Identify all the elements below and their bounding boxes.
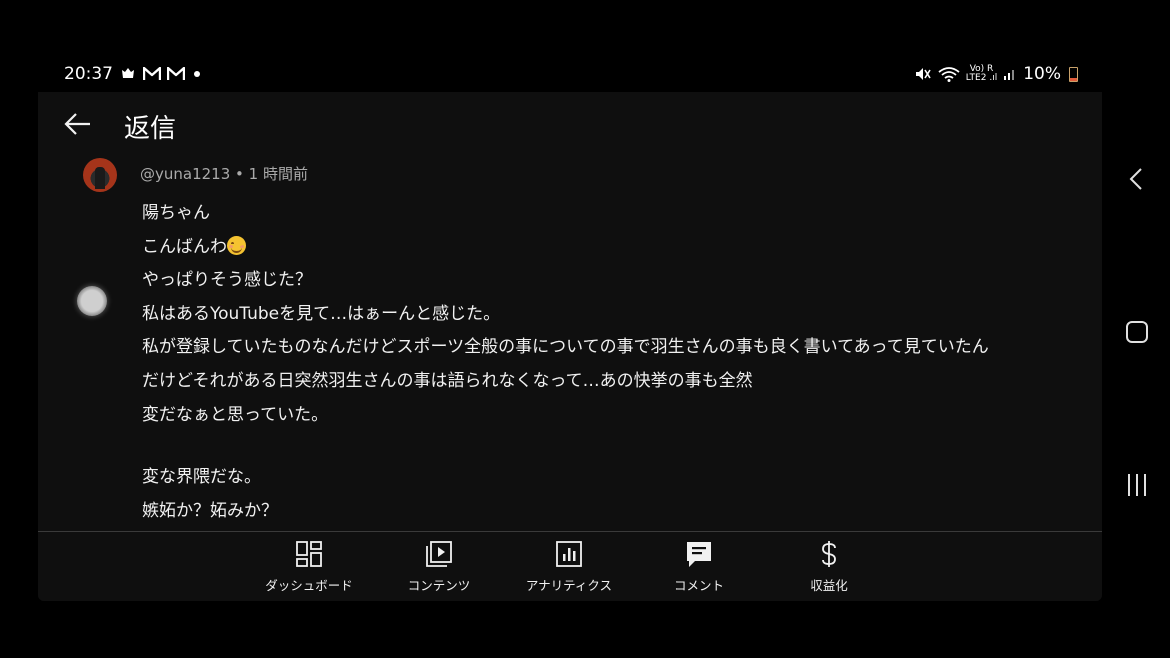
page-title: 返信: [124, 114, 177, 144]
status-right: Vo) R LTE2 .ıl 10%: [914, 64, 1078, 84]
comment-line: 嫉妬か？妬みか？: [142, 500, 278, 521]
comment-line: 変だなぁと思っていた。: [142, 404, 329, 425]
comment-line: 私はあるYouTubeを見て…はぁーんと感じた。: [142, 303, 501, 324]
comment-line: やっぱりそう感じた？: [142, 270, 312, 291]
app-window: 返信 @yuna1213 • 1 時間前 陽ちゃん こんばんわ やっぱりそう感じ…: [38, 92, 1102, 601]
system-back-icon[interactable]: [1120, 162, 1154, 196]
status-bar: 20:37 Vo) R LTE2 .ıl 10%: [64, 62, 1078, 86]
mute-icon: [915, 68, 931, 80]
comment-icon: [687, 542, 711, 567]
analytics-icon: [556, 541, 582, 567]
gmail-icon: [143, 67, 161, 80]
dollar-icon: [822, 541, 836, 567]
nav-label: コンテンツ: [407, 578, 471, 593]
comment-body: 陽ちゃん こんばんわ やっぱりそう感じた？ 私はあるYouTubeを見て…はぁー…: [142, 197, 1082, 528]
nav-label: アナリティクス: [525, 578, 613, 593]
dashboard-icon: [296, 541, 322, 567]
bottom-nav: ダッシュボード コンテンツ アナリティクス コメント 収益化: [38, 531, 1102, 601]
battery-percent: 10%: [1023, 64, 1061, 84]
nav-monetization[interactable]: 収益化: [764, 540, 894, 596]
nav-content[interactable]: コンテンツ: [374, 540, 504, 596]
nav-label: ダッシュボード: [265, 578, 353, 593]
wifi-icon: [938, 67, 960, 82]
system-home-icon[interactable]: [1120, 315, 1154, 349]
dot-icon: [194, 71, 200, 77]
comment-line-text: こんばんわ: [142, 236, 227, 257]
comment-line: こんばんわ: [142, 231, 1082, 265]
avatar[interactable]: [83, 158, 117, 192]
nav-label: コメント: [673, 578, 724, 593]
network-label-bottom: LTE2 .ıl: [965, 73, 998, 83]
signal-icon: [1004, 70, 1015, 80]
nav-comments[interactable]: コメント: [634, 540, 764, 596]
comment-line: 陽ちゃん: [142, 203, 210, 223]
gmail-icon: [167, 67, 185, 80]
comment-line: だけどそれがある日突然羽生さんの事は語られなくなって…あの快挙の事も全然: [142, 370, 753, 391]
nav-label: 収益化: [810, 578, 848, 593]
bug-icon: [122, 68, 134, 78]
content-icon: [426, 541, 452, 567]
comment-line-blank: [142, 432, 1082, 461]
nav-dashboard[interactable]: ダッシュボード: [244, 540, 374, 596]
smiling-emoji-icon: [227, 235, 246, 255]
touch-indicator: [77, 286, 107, 316]
comment-line: 私が登録していたものなんだけどスポーツ全般の事についての事で羽生さんの事も良く書…: [142, 337, 989, 358]
battery-icon: [1069, 66, 1078, 82]
comment-meta: @yuna1213 • 1 時間前: [140, 165, 308, 183]
network-indicator: Vo) R LTE2 .ıl: [966, 65, 997, 83]
comment-line: 変な界隈だな。: [142, 467, 261, 488]
system-recents-icon[interactable]: [1120, 468, 1154, 502]
back-arrow-icon[interactable]: [62, 110, 94, 138]
clock: 20:37: [64, 64, 113, 84]
nav-analytics[interactable]: アナリティクス: [504, 540, 634, 596]
status-left: 20:37: [64, 64, 203, 84]
